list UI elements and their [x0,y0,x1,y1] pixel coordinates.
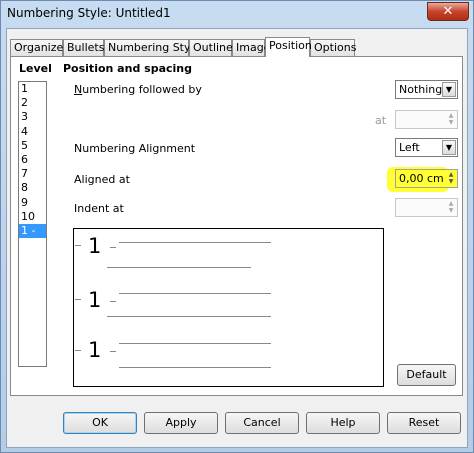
tab-options[interactable]: Options [310,39,356,56]
level-item[interactable]: 10 [19,210,46,224]
level-item[interactable]: 2 [19,96,46,110]
reset-button[interactable]: Reset [387,412,461,434]
chevron-down-icon[interactable]: ▼ [442,82,456,97]
numbering-followed-by-select[interactable]: Nothing ▼ [395,80,458,99]
apply-button[interactable]: Apply [144,412,218,434]
spin-arrows-icon[interactable]: ▲ ▼ [446,200,456,215]
tab-organizer[interactable]: Organizer [10,39,68,56]
spin-arrows-icon[interactable]: ▲ ▼ [446,112,456,127]
numbering-alignment-value: Left [399,141,420,154]
tab-bullets[interactable]: Bullets [63,39,104,56]
cancel-button[interactable]: Cancel [225,412,299,434]
default-button[interactable]: Default [397,364,456,386]
numbering-followed-by-label: Numbering followed by [74,83,202,96]
numbering-alignment-select[interactable]: Left ▼ [395,138,458,157]
preview-line [119,343,271,344]
level-item[interactable]: 5 [19,139,46,153]
preview-number: 1 [88,234,102,258]
numbering-followed-by-mnemonic: N [74,83,83,96]
dialog-window: Numbering Style: Untitled1 ✕ Organizer B… [0,0,474,453]
level-item[interactable]: 1 [19,82,46,96]
spin-arrows-icon[interactable]: ▲ ▼ [446,171,456,186]
level-item[interactable]: 3 [19,110,46,124]
tab-numbering-style[interactable]: Numbering Style [104,39,200,56]
preview-line [119,293,271,294]
preview-line [107,316,271,317]
chevron-down-icon[interactable]: ▼ [442,140,456,155]
tab-outline[interactable]: Outline [189,39,233,56]
ok-button[interactable]: OK [63,412,137,434]
preview-number: 1 [88,338,102,362]
preview-dash [75,350,81,351]
level-list[interactable]: 1 2 3 4 5 6 7 8 9 10 1 - 10 [18,81,47,367]
level-item[interactable]: 7 [19,167,46,181]
preview-dash [110,351,116,352]
level-item[interactable]: 6 [19,153,46,167]
aligned-at-spinbox[interactable]: 0,00 cm ▲ ▼ [395,169,458,188]
at-spinbox[interactable]: ▲ ▼ [395,110,458,129]
preview-dash [110,247,116,248]
numbering-alignment-label: Numbering Alignment [74,142,196,155]
indent-at-label: Indent at [74,202,124,215]
position-heading: Position and spacing [63,62,192,75]
numbering-followed-by-text: umbering followed by [82,83,202,96]
numbering-followed-by-value: Nothing [399,83,443,96]
preview-line [119,242,271,243]
preview-line [119,367,271,368]
aligned-at-value: 0,00 cm [399,172,444,185]
preview-number: 1 [88,288,102,312]
level-item[interactable]: 4 [19,125,46,139]
numbering-preview: 1 1 1 [73,228,384,387]
level-item[interactable]: 9 [19,196,46,210]
indent-at-spinbox[interactable]: ▲ ▼ [395,198,458,217]
help-button[interactable]: Help [306,412,380,434]
preview-dash [75,245,81,246]
tab-image[interactable]: Image [232,39,270,56]
level-item[interactable]: 8 [19,181,46,195]
close-icon[interactable]: ✕ [427,2,469,21]
title-bar: Numbering Style: Untitled1 [1,1,473,27]
at-label: at [375,114,387,127]
preview-line [107,267,251,268]
tab-position[interactable]: Position [265,37,312,57]
level-heading: Level [19,62,52,75]
level-item-selected[interactable]: 1 - 10 [19,223,46,251]
window-title: Numbering Style: Untitled1 [7,6,171,20]
aligned-at-label: Aligned at [74,173,130,186]
preview-dash [110,301,116,302]
preview-dash [75,299,81,300]
